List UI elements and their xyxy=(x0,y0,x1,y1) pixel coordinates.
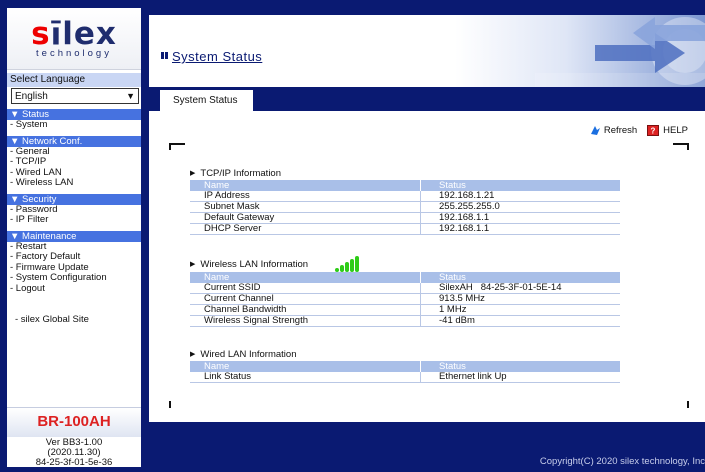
signal-bar xyxy=(335,268,340,272)
table-header-row: Name Status xyxy=(190,361,620,372)
page-header: System Status xyxy=(149,15,705,87)
model-name: BR-100AH xyxy=(7,407,141,437)
triangle-bullet-icon: ▶ xyxy=(190,351,196,358)
logo-subtitle: technology xyxy=(36,47,112,59)
help-book-icon: ? xyxy=(647,125,660,136)
frame-corner xyxy=(687,401,689,408)
language-selected-value: English xyxy=(15,90,48,102)
status-content: Refresh ? HELP ▶ TCP/IP Information Name… xyxy=(149,111,705,422)
table-row: Link Status Ethernet link Up xyxy=(190,372,620,383)
signal-bar xyxy=(345,262,350,272)
section-title: ▶ TCP/IP Information xyxy=(190,167,620,180)
wireless-lan-table: Name Status Current SSID SilexAH 84-25-3… xyxy=(190,272,620,327)
tab-system-status[interactable]: System Status xyxy=(159,89,254,113)
menu-item-system-configuration[interactable]: - System Configuration xyxy=(7,272,141,284)
language-select[interactable]: English ▼ xyxy=(11,88,139,104)
chevron-down-icon: ▼ xyxy=(126,91,135,101)
row-name: DHCP Server xyxy=(190,224,420,235)
silex-global-site-link[interactable]: - silex Global Site xyxy=(7,314,141,325)
signal-bar xyxy=(350,259,355,272)
menu-heading-maintenance[interactable]: ▼ Maintenance xyxy=(7,230,141,242)
triangle-bullet-icon: ▶ xyxy=(190,170,196,177)
row-status: -41 dBm xyxy=(420,316,620,327)
page-title: System Status xyxy=(172,49,263,64)
header-arrows-graphic xyxy=(535,17,705,87)
menu-group-network-conf: ▼ Network Conf. - General - TCP/IP - Wir… xyxy=(7,135,141,189)
signal-strength-icon xyxy=(335,256,360,272)
signal-bar xyxy=(340,265,345,272)
section-title: ▶ Wireless LAN Information xyxy=(190,256,620,272)
tcp-ip-section: ▶ TCP/IP Information Name Status IP Addr… xyxy=(190,167,620,235)
tcp-ip-table: Name Status IP Address 192.168.1.21 Subn… xyxy=(190,180,620,235)
table-header-row: Name Status xyxy=(190,180,620,191)
menu-item-logout[interactable]: - Logout xyxy=(7,283,141,294)
row-name: Wireless Signal Strength xyxy=(190,316,420,327)
refresh-icon xyxy=(590,126,600,135)
silex-logo: sīlex technology xyxy=(7,8,141,70)
refresh-button[interactable]: Refresh xyxy=(590,125,637,136)
copyright-text: Copyright(C) 2020 silex technology, Inc xyxy=(539,456,705,467)
title-bullet-icon xyxy=(161,52,168,59)
refresh-label: Refresh xyxy=(603,125,638,136)
row-name: Link Status xyxy=(190,372,420,383)
mac-address: 84-25-3f-01-5e-36 xyxy=(35,457,113,468)
table-row: DHCP Server 192.168.1.1 xyxy=(190,224,620,235)
signal-bar xyxy=(355,256,360,272)
menu-item-ip-filter[interactable]: - IP Filter xyxy=(7,214,141,226)
frame-corner xyxy=(673,143,689,150)
help-button[interactable]: ? HELP xyxy=(647,125,688,136)
menu-heading-security[interactable]: ▼ Security xyxy=(7,193,141,205)
frame-corner xyxy=(169,401,171,408)
section-title: ▶ Wired LAN Information xyxy=(190,348,620,361)
menu-group-maintenance: ▼ Maintenance - Restart - Factory Defaul… xyxy=(7,230,141,294)
menu-item-tcp-ip[interactable]: - TCP/IP xyxy=(7,156,141,168)
table-row: Wireless Signal Strength -41 dBm xyxy=(190,316,620,327)
wireless-lan-title: Wireless LAN Information xyxy=(200,258,309,270)
wired-lan-title: Wired LAN Information xyxy=(200,349,297,360)
menu-group-status: ▼ Status - System xyxy=(7,109,141,131)
wired-lan-section: ▶ Wired LAN Information Name Status Link… xyxy=(190,348,620,383)
triangle-bullet-icon: ▶ xyxy=(190,260,196,268)
frame-corner xyxy=(169,143,185,150)
menu-heading-network-conf[interactable]: ▼ Network Conf. xyxy=(7,135,141,147)
toolbar: Refresh ? HELP xyxy=(590,125,688,136)
footer: Copyright(C) 2020 silex technology, Inc xyxy=(149,422,705,468)
menu-item-wireless-lan[interactable]: - Wireless LAN xyxy=(7,177,141,189)
menu-item-factory-default[interactable]: - Factory Default xyxy=(7,251,141,263)
row-status: 192.168.1.1 xyxy=(420,224,620,235)
wired-lan-table: Name Status Link Status Ethernet link Up xyxy=(190,361,620,383)
menu-group-security: ▼ Security - Password - IP Filter xyxy=(7,193,141,226)
tcp-ip-title: TCP/IP Information xyxy=(200,168,281,179)
select-language-label: Select Language xyxy=(7,73,141,87)
help-label: HELP xyxy=(663,125,688,136)
wireless-lan-section: ▶ Wireless LAN Information Name Status C… xyxy=(190,256,620,327)
firmware-version: Ver BB3-1.00 (2020.11.30) 84-25-3f-01-5e… xyxy=(7,438,141,468)
svg-text:?: ? xyxy=(651,127,656,136)
row-status: Ethernet link Up xyxy=(420,372,620,383)
sidebar: sīlex technology Select Language English… xyxy=(6,7,142,468)
main-panel: System Status System Status Refresh ? HE… xyxy=(148,7,705,468)
logo-wordmark: sīlex xyxy=(31,15,117,52)
menu-item-system[interactable]: - System xyxy=(7,119,141,131)
